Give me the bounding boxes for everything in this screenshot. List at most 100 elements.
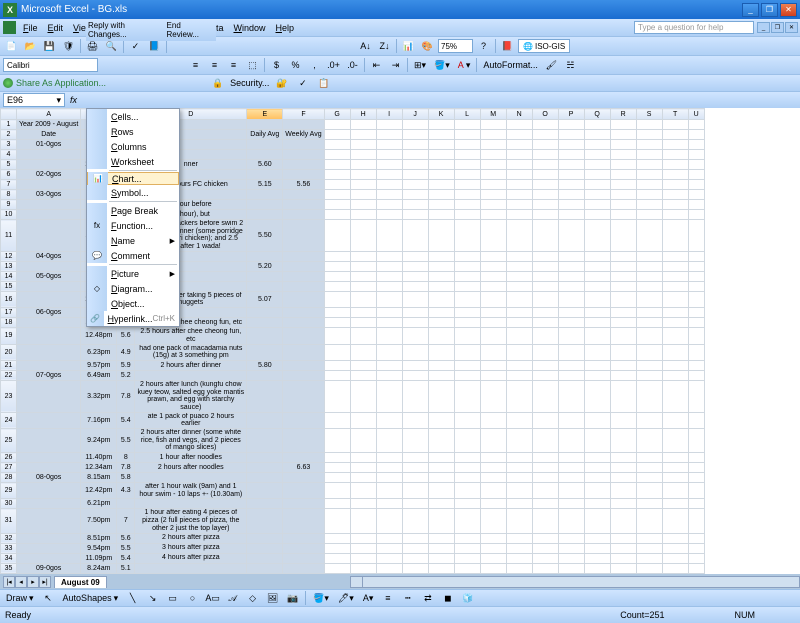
cell[interactable] — [350, 308, 376, 318]
cell[interactable] — [506, 220, 532, 252]
cell[interactable] — [350, 543, 376, 553]
cell[interactable] — [636, 533, 662, 543]
cell[interactable] — [376, 190, 402, 200]
cell[interactable] — [662, 370, 688, 380]
cell[interactable] — [558, 140, 584, 150]
cell[interactable] — [662, 291, 688, 307]
cell[interactable] — [324, 140, 350, 150]
cell[interactable] — [506, 412, 532, 428]
cell[interactable] — [376, 429, 402, 453]
cell[interactable] — [688, 308, 704, 318]
cell[interactable] — [350, 120, 376, 130]
cell[interactable] — [506, 499, 532, 509]
cell[interactable] — [324, 543, 350, 553]
shadow-icon[interactable]: ◼ — [439, 590, 456, 606]
cell[interactable] — [584, 483, 610, 499]
cell[interactable] — [662, 463, 688, 473]
cell[interactable] — [454, 120, 480, 130]
cell[interactable] — [480, 170, 506, 180]
cell[interactable] — [428, 473, 454, 483]
cell[interactable] — [532, 380, 558, 412]
cell[interactable] — [350, 344, 376, 360]
cell[interactable] — [324, 291, 350, 307]
cell[interactable] — [558, 318, 584, 328]
cell[interactable] — [688, 291, 704, 307]
cell[interactable] — [558, 251, 584, 261]
cell[interactable] — [376, 140, 402, 150]
cell[interactable]: 5.07 — [247, 291, 283, 307]
cell[interactable] — [636, 370, 662, 380]
cell[interactable] — [688, 160, 704, 170]
cell[interactable] — [247, 499, 283, 509]
menu-item-function-[interactable]: fxFunction... — [87, 218, 179, 233]
cell[interactable]: 7 — [117, 509, 135, 533]
cell[interactable] — [135, 370, 247, 380]
menu-item-diagram-[interactable]: ◇Diagram... — [87, 281, 179, 296]
cell[interactable]: 02-0gos — [17, 170, 81, 180]
cell[interactable] — [350, 499, 376, 509]
cell[interactable] — [688, 344, 704, 360]
cell[interactable] — [480, 200, 506, 210]
doc-close[interactable]: ✕ — [785, 22, 798, 33]
cell[interactable] — [688, 180, 704, 190]
cell[interactable] — [324, 180, 350, 190]
cell[interactable] — [428, 380, 454, 412]
cell[interactable] — [558, 380, 584, 412]
cell[interactable] — [428, 483, 454, 499]
cell[interactable] — [636, 318, 662, 328]
cell[interactable] — [558, 509, 584, 533]
cell[interactable] — [610, 533, 636, 543]
cell[interactable]: 12.42pm — [81, 483, 117, 499]
cell[interactable] — [506, 150, 532, 160]
cell[interactable] — [428, 370, 454, 380]
cell[interactable] — [17, 499, 81, 509]
cell[interactable]: 7.50pm — [81, 509, 117, 533]
cell[interactable] — [688, 473, 704, 483]
cell[interactable] — [662, 318, 688, 328]
row-header[interactable]: 15 — [1, 281, 17, 291]
cell[interactable] — [283, 190, 324, 200]
cell[interactable] — [688, 563, 704, 573]
cell[interactable] — [247, 120, 283, 130]
maximize-button[interactable]: ❐ — [761, 3, 778, 17]
cell[interactable] — [688, 130, 704, 140]
cell[interactable] — [610, 120, 636, 130]
cell[interactable] — [376, 160, 402, 170]
cell[interactable] — [350, 318, 376, 328]
menu-item-name[interactable]: Name▶ — [87, 233, 179, 248]
cell[interactable] — [584, 499, 610, 509]
cell[interactable] — [454, 281, 480, 291]
cell[interactable]: 01-0gos — [17, 140, 81, 150]
cell[interactable] — [402, 499, 428, 509]
save-icon[interactable]: 💾 — [41, 38, 58, 54]
cell[interactable] — [283, 150, 324, 160]
merge-icon[interactable]: ⬚ — [244, 57, 261, 73]
cell[interactable] — [283, 380, 324, 412]
cell[interactable] — [402, 291, 428, 307]
cell[interactable]: 4 hours after pizza — [135, 553, 247, 563]
inc-decimal-icon[interactable]: .0+ — [325, 57, 342, 73]
menu-window[interactable]: Window — [228, 21, 270, 35]
cell[interactable] — [350, 130, 376, 140]
cell[interactable] — [532, 190, 558, 200]
cell[interactable] — [506, 543, 532, 553]
cell[interactable] — [454, 553, 480, 563]
cell[interactable] — [454, 261, 480, 271]
cell[interactable] — [506, 210, 532, 220]
cell[interactable] — [506, 453, 532, 463]
cell[interactable] — [636, 563, 662, 573]
cell[interactable] — [283, 344, 324, 360]
cell[interactable] — [532, 483, 558, 499]
drawing-icon[interactable]: 🎨 — [419, 38, 436, 54]
cell[interactable] — [17, 150, 81, 160]
cell[interactable] — [247, 200, 283, 210]
doc-icon[interactable] — [3, 21, 16, 34]
cell[interactable] — [636, 308, 662, 318]
cell[interactable] — [324, 170, 350, 180]
cell[interactable] — [532, 533, 558, 543]
cell[interactable] — [402, 281, 428, 291]
align-center-icon[interactable]: ≡ — [206, 57, 223, 73]
font-color2-icon[interactable]: A▾ — [360, 590, 377, 606]
cell[interactable]: 2 hours after dinner — [135, 360, 247, 370]
clipart-icon[interactable]: 🖼 — [264, 590, 281, 606]
